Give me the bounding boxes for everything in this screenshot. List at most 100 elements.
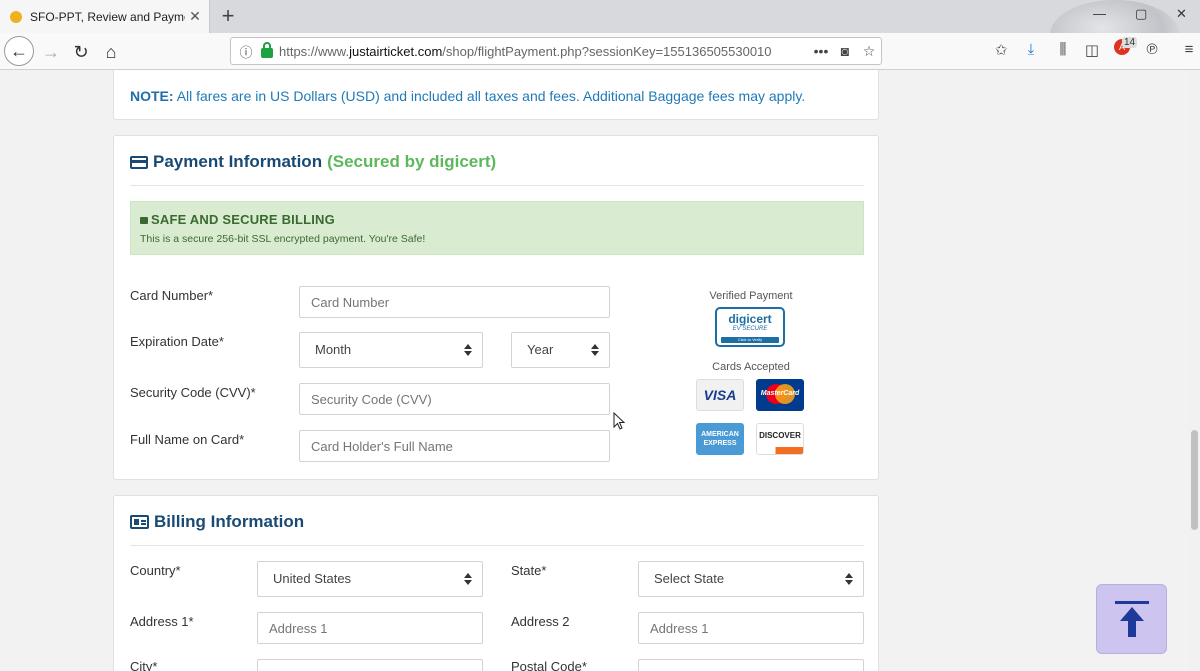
library-icon[interactable]: ⫼ xyxy=(1052,41,1074,58)
lock-icon[interactable] xyxy=(261,41,273,58)
state-value: Select State xyxy=(654,571,725,586)
city-label: City* xyxy=(130,659,158,671)
browser-tab[interactable]: SFO-PPT, Review and Payment ✕ xyxy=(0,0,210,33)
address1-input[interactable] xyxy=(257,612,483,644)
reload-icon: ↻ xyxy=(73,41,89,62)
digicert-seal[interactable]: digicert EV SECURE Click to Verify xyxy=(715,307,785,347)
address-card-icon xyxy=(130,515,149,529)
page-scrollbar[interactable] xyxy=(1188,70,1200,671)
payment-section-title: Payment Information (Secured by digicert… xyxy=(130,152,496,172)
info-icon[interactable]: ⓘ xyxy=(235,42,257,61)
menu-icon[interactable]: ≡ xyxy=(1178,41,1200,58)
alert-title: SAFE AND SECURE BILLING xyxy=(140,212,335,227)
reload-button[interactable]: ↻ xyxy=(67,38,95,66)
section-divider xyxy=(130,185,864,186)
digicert-logo-text: digicert xyxy=(728,312,772,326)
discover-card-icon: DISCOVER xyxy=(756,423,804,455)
year-value: Year xyxy=(527,342,554,357)
country-select[interactable]: United States xyxy=(257,561,483,597)
url-path: /shop/flightPayment.php?sessionKey=15513… xyxy=(442,43,772,59)
close-tab-icon[interactable]: ✕ xyxy=(185,8,205,25)
payment-information-section: Payment Information (Secured by digicert… xyxy=(113,135,879,480)
lock-icon xyxy=(140,217,148,224)
security-code-label: Security Code (CVV)* xyxy=(130,385,256,400)
mastercard-text: MasterCard xyxy=(760,390,800,397)
browser-nav-bar: ← → ↻ ⌂ ⓘ https://www.justairticket.com/… xyxy=(0,33,1200,70)
card-number-input[interactable] xyxy=(299,286,610,318)
arrow-right-icon: → xyxy=(42,41,60,62)
back-button[interactable]: ← xyxy=(4,36,34,66)
address2-label: Address 2 xyxy=(511,614,570,629)
alert-message: This is a secure 256-bit SSL encrypted p… xyxy=(140,233,426,245)
tab-title: SFO-PPT, Review and Payment xyxy=(30,9,185,24)
payment-title: Payment Information xyxy=(153,152,323,171)
home-icon: ⌂ xyxy=(105,41,117,62)
mouse-cursor-icon xyxy=(613,411,627,437)
page-content: NOTE: All fares are in US Dollars (USD) … xyxy=(0,70,1188,671)
bookmark-star-icon[interactable]: ☆ xyxy=(857,43,881,60)
url-domain: justairticket.com xyxy=(349,43,443,59)
full-name-label: Full Name on Card* xyxy=(130,432,245,447)
new-tab-button[interactable]: + xyxy=(216,3,240,29)
month-value: Month xyxy=(315,342,352,357)
discover-text: DISCOVER xyxy=(759,431,801,440)
select-arrows-icon xyxy=(591,344,599,356)
expiration-date-label: Expiration Date* xyxy=(130,334,224,349)
page-actions-icon[interactable]: ••• xyxy=(809,43,833,59)
fare-note: NOTE: All fares are in US Dollars (USD) … xyxy=(130,88,805,104)
section-divider xyxy=(130,545,864,546)
bookmarks-icon[interactable]: ✩ xyxy=(990,41,1012,59)
card-number-label: Card Number* xyxy=(130,288,214,303)
window-close-icon[interactable]: ✕ xyxy=(1176,6,1187,22)
browser-tab-bar: SFO-PPT, Review and Payment ✕ + — ▢ ✕ xyxy=(0,0,1200,70)
sidebar-icon[interactable]: ◫ xyxy=(1081,41,1103,59)
select-arrows-icon xyxy=(845,573,853,585)
url-prefix: https://www. xyxy=(279,43,350,59)
expiration-month-select[interactable]: Month xyxy=(299,332,483,368)
postal-code-input[interactable] xyxy=(638,659,864,671)
credit-card-icon xyxy=(130,155,148,169)
secured-by-label: (Secured by digicert) xyxy=(327,152,497,171)
url-text[interactable]: https://www.justairticket.com/shop/fligh… xyxy=(279,44,809,59)
billing-information-section: Billing Information Country* United Stat… xyxy=(113,495,879,671)
alert-title-text: SAFE AND SECURE BILLING xyxy=(151,212,335,227)
country-value: United States xyxy=(273,571,352,586)
arrow-up-icon xyxy=(1115,601,1149,604)
maximize-icon[interactable]: ▢ xyxy=(1135,6,1147,22)
visa-card-icon: VISA xyxy=(696,379,744,411)
country-label: Country* xyxy=(130,563,181,578)
billing-section-title: Billing Information xyxy=(130,512,304,532)
state-select[interactable]: Select State xyxy=(638,561,864,597)
ev-secure-text: EV SECURE xyxy=(732,326,768,332)
minimize-icon[interactable]: — xyxy=(1093,6,1106,21)
select-arrows-icon xyxy=(464,344,472,356)
address1-label: Address 1* xyxy=(130,614,194,629)
city-input[interactable] xyxy=(257,659,483,671)
card-holder-name-input[interactable] xyxy=(299,430,610,462)
pocket-icon[interactable]: ◙ xyxy=(833,43,857,59)
adblock-count: 14 xyxy=(1122,37,1138,48)
scrollbar-thumb[interactable] xyxy=(1191,430,1198,530)
state-label: State* xyxy=(511,563,547,578)
downloads-icon[interactable]: ⤓ xyxy=(1020,41,1042,58)
cards-accepted-label: Cards Accepted xyxy=(712,361,790,373)
note-label: NOTE: xyxy=(130,88,174,104)
site-favicon-icon xyxy=(10,10,22,23)
address-bar[interactable]: ⓘ https://www.justairticket.com/shop/fli… xyxy=(230,37,882,65)
forward-button[interactable]: → xyxy=(37,38,65,66)
secure-billing-alert: SAFE AND SECURE BILLING This is a secure… xyxy=(130,201,864,255)
click-to-verify-text: Click to Verify xyxy=(721,337,779,343)
verified-payment-label: Verified Payment xyxy=(709,290,793,302)
note-card: NOTE: All fares are in US Dollars (USD) … xyxy=(113,70,879,120)
expiration-year-select[interactable]: Year xyxy=(511,332,610,368)
billing-title: Billing Information xyxy=(154,512,305,531)
address2-input[interactable] xyxy=(638,612,864,644)
home-button[interactable]: ⌂ xyxy=(97,38,125,66)
scroll-to-top-button[interactable] xyxy=(1096,584,1167,654)
security-code-input[interactable] xyxy=(299,383,610,415)
arrow-left-icon: ← xyxy=(10,40,28,61)
select-arrows-icon xyxy=(464,573,472,585)
extension-icon[interactable]: ℗ xyxy=(1141,41,1163,58)
postal-code-label: Postal Code* xyxy=(511,659,587,671)
amex-card-icon: AMERICAN EXPRESS xyxy=(696,423,744,455)
